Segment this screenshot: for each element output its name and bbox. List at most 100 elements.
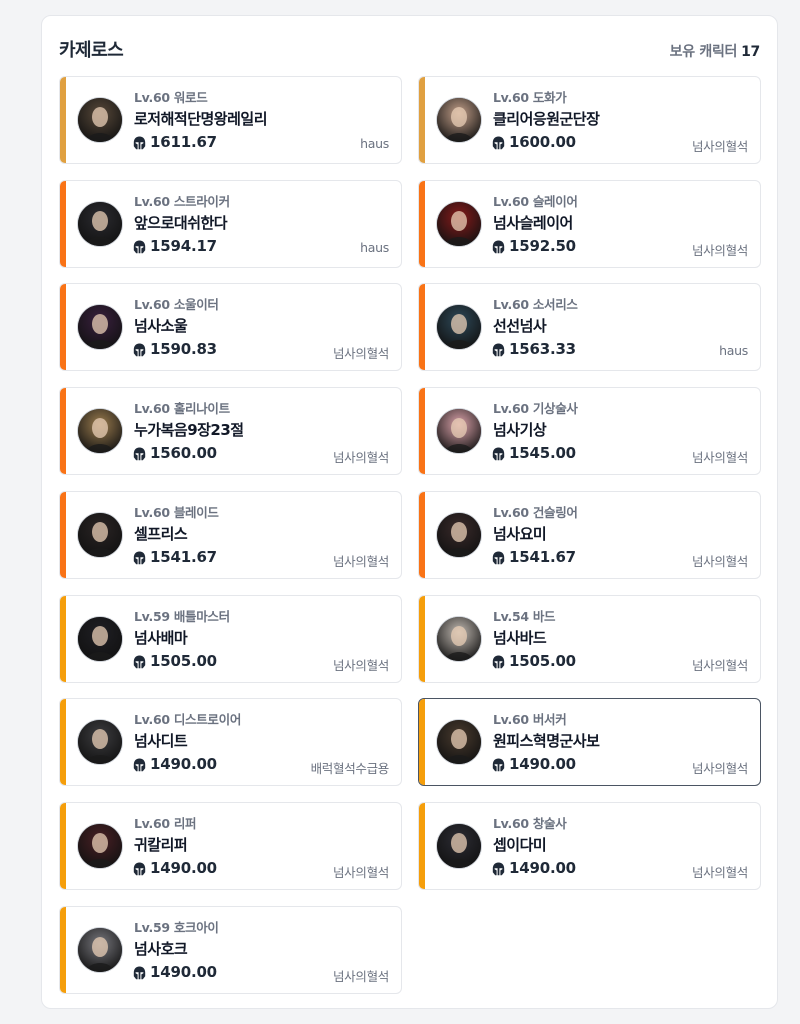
character-card[interactable]: Lv.60 기상술사 넘사기상 1545.00 넘사의혈석	[418, 387, 761, 475]
character-card[interactable]: Lv.60 창술사 셉이다미 1490.00 넘사의혈석	[418, 802, 761, 890]
character-class: 건슬링어	[532, 505, 578, 520]
character-name: 넘사요미	[493, 525, 547, 543]
helmet-icon	[133, 550, 146, 565]
character-card[interactable]: Lv.60 블레이드 셀프리스 1541.67 넘사의혈석	[59, 491, 402, 579]
guild-name: 넘사의혈석	[332, 969, 389, 984]
character-card[interactable]: Lv.60 스트라이커 앞으로대쉬한다 1594.17 haus	[59, 180, 402, 268]
guild-name: 넘사의혈석	[332, 658, 389, 673]
helmet-icon	[133, 135, 146, 150]
character-name: 넘사디트	[134, 732, 188, 750]
character-card[interactable]: Lv.60 소울이터 넘사소울 1590.83 넘사의혈석	[59, 283, 402, 371]
tier-color-bar	[60, 181, 66, 267]
tier-color-bar	[419, 284, 425, 370]
character-avatar	[437, 513, 481, 557]
character-card[interactable]: Lv.60 버서커 원피스혁명군사보 1490.00 넘사의혈석	[418, 698, 761, 786]
item-level: 1594.17	[150, 237, 217, 255]
character-class: 슬레이어	[532, 194, 578, 209]
item-level: 1505.00	[150, 652, 217, 670]
character-level: Lv.60	[493, 816, 529, 831]
tier-color-bar	[419, 803, 425, 889]
item-level: 1611.67	[150, 133, 217, 151]
character-card[interactable]: Lv.54 바드 넘사바드 1505.00 넘사의혈석	[418, 595, 761, 683]
helmet-icon	[133, 446, 146, 461]
character-level: Lv.60	[493, 194, 529, 209]
guild-name: 넘사의혈석	[332, 450, 389, 465]
tier-color-bar	[60, 803, 66, 889]
character-class: 블레이드	[173, 505, 219, 520]
level-class-label: Lv.59 배틀마스터	[134, 606, 230, 625]
level-class-label: Lv.60 디스트로이어	[134, 709, 241, 728]
character-card[interactable]: Lv.60 리퍼 귀칼리퍼 1490.00 넘사의혈석	[59, 802, 402, 890]
character-class: 스트라이커	[173, 194, 230, 209]
character-card[interactable]: Lv.60 슬레이어 넘사슬레이어 1592.50 넘사의혈석	[418, 180, 761, 268]
owned-label: 보유 캐릭터	[669, 44, 738, 60]
tier-color-bar	[419, 699, 425, 785]
level-class-label: Lv.60 리퍼	[134, 813, 197, 832]
tier-color-bar	[60, 492, 66, 578]
character-avatar	[78, 617, 122, 661]
character-name: 원피스혁명군사보	[493, 732, 600, 750]
character-name: 넘사배마	[134, 629, 188, 647]
item-level: 1592.50	[509, 237, 576, 255]
tier-color-bar	[60, 907, 66, 993]
level-class-label: Lv.60 건슬링어	[493, 502, 578, 521]
item-level: 1545.00	[509, 444, 576, 462]
level-class-label: Lv.60 스트라이커	[134, 191, 230, 210]
helmet-icon	[133, 861, 146, 876]
guild-name: haus	[360, 136, 389, 151]
character-name: 로저해적단명왕레일리	[134, 110, 268, 128]
item-level: 1490.00	[150, 963, 217, 981]
character-name: 클리어응원군단장	[493, 110, 600, 128]
character-card[interactable]: Lv.59 호크아이 넘사호크 1490.00 넘사의혈석	[59, 906, 402, 994]
character-name: 넘사슬레이어	[493, 214, 573, 232]
character-name: 셉이다미	[493, 836, 547, 854]
character-card[interactable]: Lv.60 홀리나이트 누가복음9장23절 1560.00 넘사의혈석	[59, 387, 402, 475]
character-class: 홀리나이트	[173, 401, 230, 416]
tier-color-bar	[60, 699, 66, 785]
helmet-icon	[492, 550, 505, 565]
character-avatar	[78, 928, 122, 972]
character-card[interactable]: Lv.60 건슬링어 넘사요미 1541.67 넘사의혈석	[418, 491, 761, 579]
character-level: Lv.60	[134, 401, 170, 416]
level-class-label: Lv.60 기상술사	[493, 398, 578, 417]
character-avatar	[78, 720, 122, 764]
helmet-icon	[492, 861, 505, 876]
level-class-label: Lv.60 버서커	[493, 709, 567, 728]
owned-character-count: 보유 캐릭터 17	[669, 41, 761, 61]
character-card[interactable]: Lv.60 워로드로저해적단명왕레일리 1611.67 haus	[59, 76, 402, 164]
tier-color-bar	[419, 596, 425, 682]
character-card[interactable]: Lv.60 디스트로이어 넘사디트 1490.00 배럭혈석수급용	[59, 698, 402, 786]
guild-name: 넘사의혈석	[332, 865, 389, 880]
character-card[interactable]: Lv.60 도화가 클리어응원군단장 1600.00 넘사의혈석	[418, 76, 761, 164]
character-avatar	[78, 202, 122, 246]
character-card[interactable]: Lv.59 배틀마스터넘사배마 1505.00 넘사의혈석	[59, 595, 402, 683]
character-level: Lv.60	[493, 297, 529, 312]
character-level: Lv.60	[134, 712, 170, 727]
character-card[interactable]: Lv.60 소서리스 선선넘사 1563.33 haus	[418, 283, 761, 371]
guild-name: 넘사의혈석	[332, 346, 389, 361]
character-class: 버서커	[532, 712, 567, 727]
level-class-label: Lv.60 블레이드	[134, 502, 219, 521]
character-name: 넘사소울	[134, 317, 188, 335]
helmet-icon	[492, 757, 505, 772]
item-level: 1590.83	[150, 340, 217, 358]
character-name: 누가복음9장23절	[134, 421, 244, 439]
character-level: Lv.60	[134, 297, 170, 312]
guild-name: haus	[719, 343, 748, 358]
roster-panel: 카제로스 보유 캐릭터 17 Lv.60 워로드 로저해적단명왕레일리 1611.67…	[41, 15, 778, 1009]
character-level: Lv.60	[134, 90, 170, 105]
helmet-icon	[133, 239, 146, 254]
item-level: 1490.00	[150, 859, 217, 877]
tier-color-bar	[419, 181, 425, 267]
character-avatar	[78, 409, 122, 453]
item-level: 1563.33	[509, 340, 576, 358]
character-avatar	[437, 409, 481, 453]
item-level: 1600.00	[509, 133, 576, 151]
tier-color-bar	[419, 388, 425, 474]
level-class-label: Lv.60 슬레이어	[493, 191, 578, 210]
character-name: 넘사바드	[493, 629, 547, 647]
level-class-label: Lv.60 창술사	[493, 813, 567, 832]
character-name: 앞으로대쉬한다	[134, 214, 228, 232]
level-class-label: Lv.60 워로드	[134, 87, 208, 106]
level-class-label: Lv.60 소서리스	[493, 294, 578, 313]
